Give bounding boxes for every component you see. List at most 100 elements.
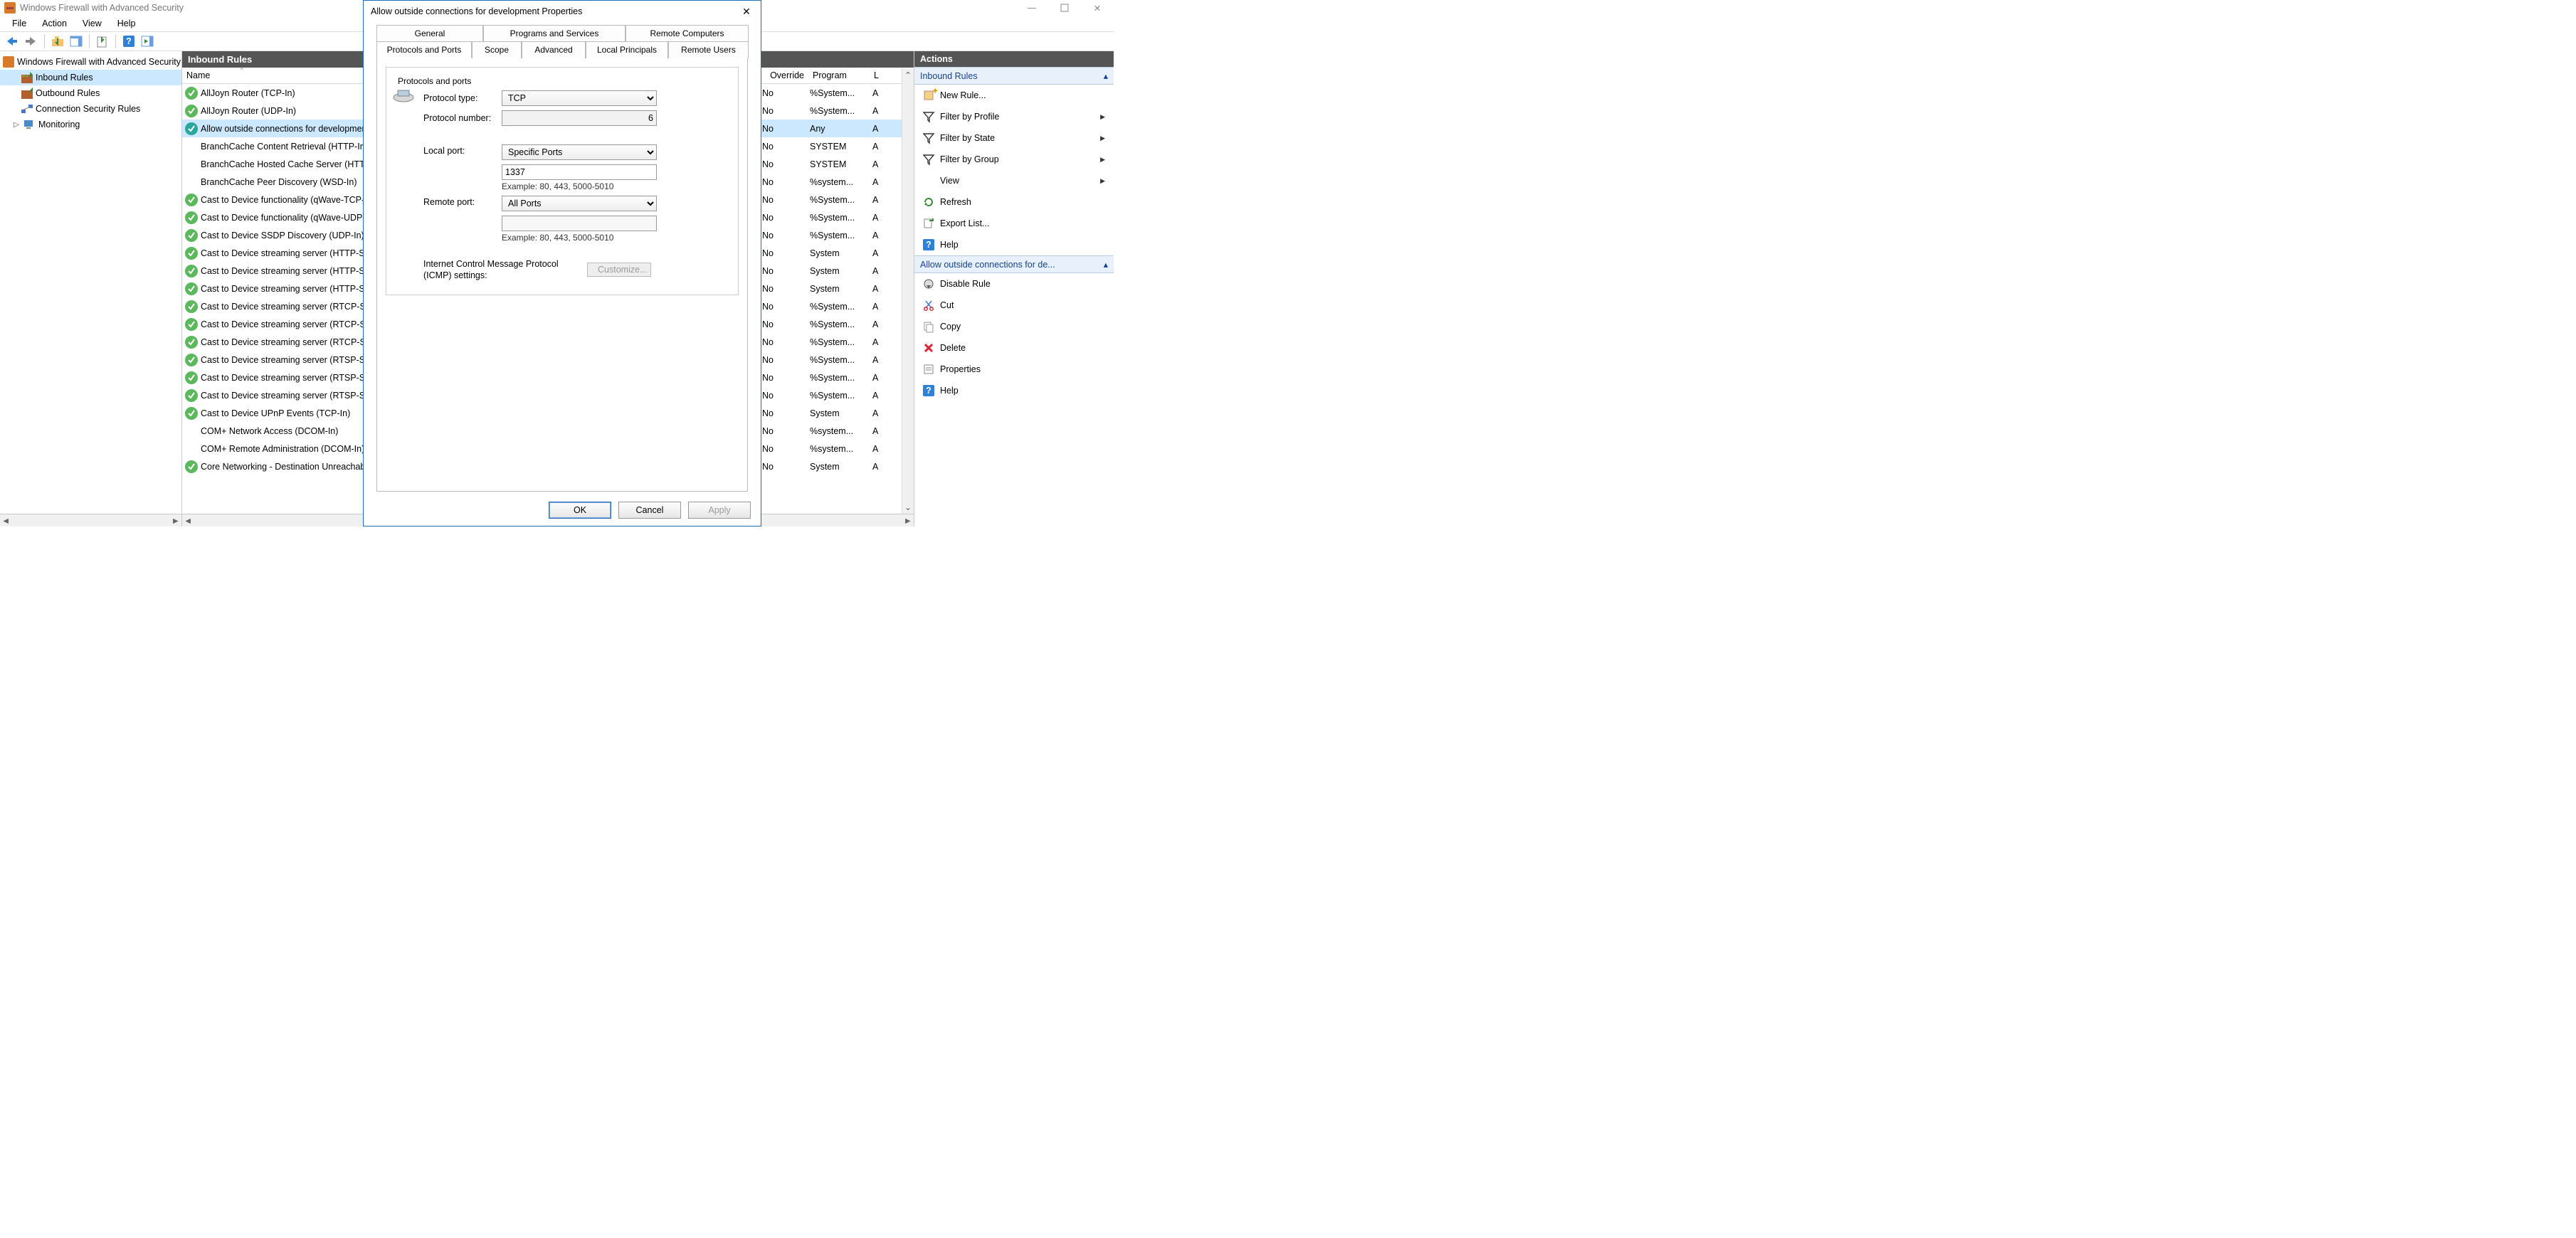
submenu-arrow-icon: ▶ [1100, 113, 1105, 121]
rule-local-address: A [872, 302, 891, 312]
rule-name: COM+ Remote Administration (DCOM-In) [201, 444, 364, 454]
action-view[interactable]: View▶ [914, 170, 1114, 191]
collapse-icon[interactable]: ▴ [1104, 259, 1108, 270]
tab-local-principals[interactable]: Local Principals [586, 41, 668, 58]
protocol-number-input[interactable] [502, 110, 657, 126]
rule-name: AllJoyn Router (UDP-In) [201, 106, 296, 116]
dialog-close-button[interactable]: ✕ [739, 4, 754, 18]
rule-enabled-icon [185, 229, 198, 242]
protocol-type-select[interactable]: TCP [502, 90, 657, 106]
action-properties[interactable]: Properties [914, 359, 1114, 380]
rule-enabled-icon [185, 194, 198, 206]
rule-program: %System... [810, 106, 864, 116]
local-port-mode-select[interactable]: Specific Ports [502, 144, 657, 160]
actions-section-header[interactable]: Allow outside connections for de...▴ [914, 255, 1114, 273]
show-actions-button[interactable] [139, 33, 156, 49]
rule-program: %System... [810, 355, 864, 365]
cut-icon [923, 300, 934, 311]
minimize-button[interactable]: — [1015, 0, 1048, 16]
menu-help[interactable]: Help [111, 17, 142, 30]
copy-icon [923, 321, 934, 332]
cancel-button[interactable]: Cancel [618, 502, 681, 519]
action-copy[interactable]: Copy [914, 316, 1114, 337]
main-window: Windows Firewall with Advanced Security … [0, 0, 1114, 527]
actions-section-header[interactable]: Inbound Rules▴ [914, 67, 1114, 85]
remote-port-mode-select[interactable]: All Ports [502, 196, 657, 211]
properties-dialog: Allow outside connections for developmen… [363, 0, 761, 527]
action-cut[interactable]: Cut [914, 295, 1114, 316]
action-delete[interactable]: Delete [914, 337, 1114, 359]
tab-general[interactable]: General [376, 25, 483, 41]
tab-protocols-ports[interactable]: Protocols and Ports [376, 41, 472, 58]
menu-view[interactable]: View [76, 17, 108, 30]
action-export-list[interactable]: Export List... [914, 213, 1114, 234]
ok-button[interactable]: OK [549, 502, 611, 519]
action-filter-by-group[interactable]: Filter by Group▶ [914, 149, 1114, 170]
rule-override: No [762, 266, 802, 276]
action-refresh[interactable]: Refresh [914, 191, 1114, 213]
collapse-icon[interactable]: ▴ [1104, 70, 1108, 81]
rule-disabled-icon [185, 425, 198, 438]
rule-name: AllJoyn Router (TCP-In) [201, 88, 295, 98]
rule-override: No [762, 302, 802, 312]
connsec-icon [21, 103, 33, 115]
forward-button[interactable] [23, 33, 40, 49]
action-help[interactable]: ?Help [914, 380, 1114, 401]
maximize-button[interactable] [1048, 0, 1081, 16]
tree-root[interactable]: Windows Firewall with Advanced Security [0, 54, 181, 70]
menu-action[interactable]: Action [36, 17, 73, 30]
rule-enabled-icon [185, 211, 198, 224]
rule-override: No [762, 373, 802, 383]
close-button[interactable]: ✕ [1081, 0, 1114, 16]
refresh-icon [923, 196, 934, 208]
action-filter-by-profile[interactable]: Filter by Profile ▶ [914, 106, 1114, 127]
help-icon: ? [923, 385, 934, 396]
tree-monitoring[interactable]: ▷ Monitoring [0, 117, 181, 132]
action-label: Filter by Group [940, 154, 999, 164]
rule-enabled-icon [185, 318, 198, 331]
rule-enabled-icon [185, 265, 198, 277]
list-vscroll[interactable]: ⌃⌄ [902, 68, 914, 514]
menu-file[interactable]: File [6, 17, 33, 30]
help-button[interactable]: ? [120, 33, 137, 49]
protocol-number-label: Protocol number: [395, 113, 502, 123]
rule-program: %system... [810, 177, 864, 187]
tree-item-label: Connection Security Rules [36, 104, 140, 114]
local-port-input[interactable] [502, 164, 657, 180]
rule-local-address: A [872, 337, 891, 347]
tab-advanced[interactable]: Advanced [522, 41, 586, 58]
action-new-rule[interactable]: ✦New Rule... [914, 85, 1114, 106]
rule-override: No [762, 426, 802, 436]
rule-enabled-icon [185, 87, 198, 100]
tree-connection-security[interactable]: Connection Security Rules [0, 101, 181, 117]
tab-remote-users[interactable]: Remote Users [668, 41, 749, 58]
tree-inbound-rules[interactable]: Inbound Rules [0, 70, 181, 85]
panel-layout-button[interactable] [68, 33, 85, 49]
action-filter-by-state[interactable]: Filter by State▶ [914, 127, 1114, 149]
rule-local-address: A [872, 231, 891, 240]
rule-enabled-icon [185, 122, 198, 135]
tab-scope[interactable]: Scope [472, 41, 522, 58]
action-disable-rule[interactable]: Disable Rule [914, 273, 1114, 295]
tree-outbound-rules[interactable]: Outbound Rules [0, 85, 181, 101]
expand-icon[interactable]: ▷ [11, 121, 21, 129]
col-l[interactable]: L [870, 68, 887, 83]
export-button[interactable] [94, 33, 111, 49]
svg-text:?: ? [926, 240, 931, 250]
rule-name: Allow outside connections for developmen… [201, 124, 369, 134]
rule-local-address: A [872, 159, 891, 169]
back-button[interactable] [4, 33, 21, 49]
rule-enabled-icon [185, 389, 198, 402]
up-folder-button[interactable] [49, 33, 66, 49]
rule-local-address: A [872, 355, 891, 365]
col-program[interactable]: Program [808, 68, 870, 83]
action-label: Filter by Profile [940, 112, 999, 122]
tab-programs-services[interactable]: Programs and Services [483, 25, 625, 41]
rule-local-address: A [872, 319, 891, 329]
col-name[interactable]: Name [182, 68, 360, 83]
tab-remote-computers[interactable]: Remote Computers [625, 25, 749, 41]
rule-program: %System... [810, 337, 864, 347]
rule-disabled-icon [185, 158, 198, 171]
action-help[interactable]: ?Help [914, 234, 1114, 255]
tree-hscroll[interactable]: ◄► [0, 514, 181, 527]
